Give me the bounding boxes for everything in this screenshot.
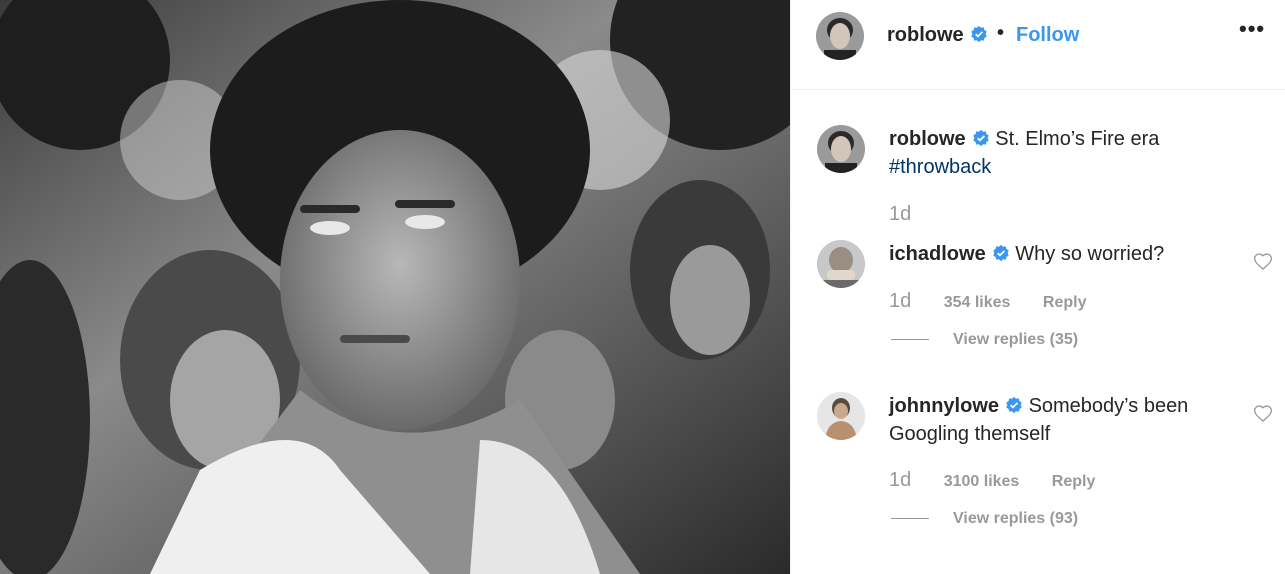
- verified-badge-icon: [1006, 396, 1022, 414]
- view-replies-button[interactable]: View replies (35): [891, 331, 1078, 349]
- verified-badge-icon: [992, 244, 1009, 262]
- heart-icon[interactable]: [1253, 252, 1273, 272]
- comment-time[interactable]: 1d: [889, 290, 911, 312]
- replies-divider: [891, 339, 929, 341]
- comment-username[interactable]: johnnylowe: [889, 395, 999, 417]
- post-header: roblowe • Follow •••: [791, 0, 1285, 90]
- post-side-panel: roblowe • Follow ••• roblowe St. Elmo’s …: [790, 0, 1285, 574]
- comment-text-block: ichadlowe Why so worried?: [889, 240, 1229, 268]
- header-separator: •: [997, 22, 1005, 44]
- caption-hashtag[interactable]: #throwback: [889, 156, 991, 178]
- comment-meta: 1d 354 likes Reply: [889, 290, 1086, 313]
- comment-time[interactable]: 1d: [889, 469, 911, 491]
- verified-badge-icon: [970, 25, 987, 43]
- caption-avatar[interactable]: [817, 125, 865, 173]
- comment-text: Why so worried?: [1015, 243, 1165, 265]
- caption-meta: 1d: [889, 203, 939, 226]
- commenter-avatar[interactable]: [817, 240, 865, 288]
- comment-likes[interactable]: 354 likes: [944, 294, 1011, 311]
- comment-username[interactable]: ichadlowe: [889, 243, 986, 265]
- replies-divider: [891, 518, 929, 520]
- caption-time[interactable]: 1d: [889, 203, 911, 225]
- comment-likes[interactable]: 3100 likes: [944, 473, 1020, 490]
- author-username[interactable]: roblowe: [887, 24, 988, 47]
- comment-text-block: johnnylowe Somebody’s been Googling them…: [889, 392, 1229, 448]
- post-photo[interactable]: [0, 0, 790, 574]
- verified-badge-icon: [972, 129, 989, 147]
- follow-button[interactable]: Follow: [1016, 24, 1079, 47]
- reply-button[interactable]: Reply: [1043, 294, 1087, 311]
- author-username-text[interactable]: roblowe: [887, 24, 964, 46]
- comment-meta: 1d 3100 likes Reply: [889, 469, 1095, 492]
- view-replies-label[interactable]: View replies (93): [953, 510, 1078, 527]
- view-replies-button[interactable]: View replies (93): [891, 510, 1078, 528]
- photo-image: [0, 0, 790, 574]
- caption-text-block: roblowe St. Elmo’s Fire era #throwback: [889, 125, 1229, 181]
- author-avatar[interactable]: [816, 12, 864, 60]
- commenter-avatar[interactable]: [817, 392, 865, 440]
- caption-username[interactable]: roblowe: [889, 128, 966, 150]
- view-replies-label[interactable]: View replies (35): [953, 331, 1078, 348]
- more-options-icon[interactable]: •••: [1239, 16, 1265, 42]
- heart-icon[interactable]: [1253, 404, 1273, 424]
- caption-text: St. Elmo’s Fire era: [995, 128, 1160, 150]
- reply-button[interactable]: Reply: [1052, 473, 1096, 490]
